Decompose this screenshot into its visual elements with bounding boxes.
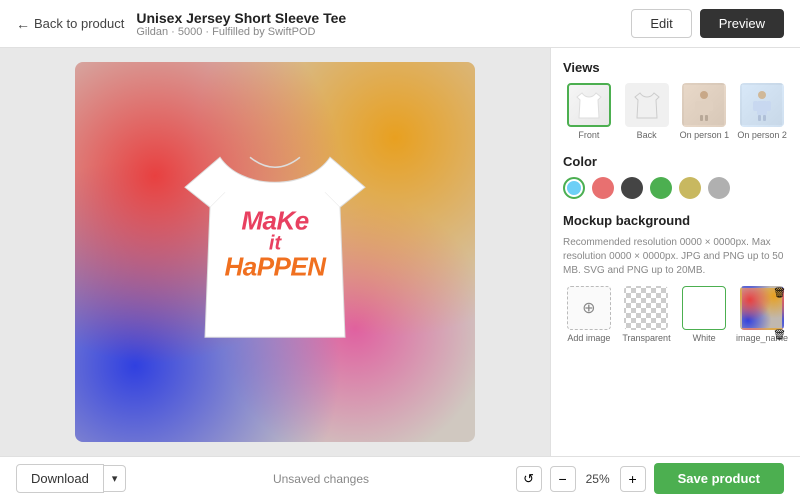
view-person1-icon: [693, 89, 715, 121]
view-back-icon: [632, 88, 662, 122]
view-person2-icon: [751, 89, 773, 121]
footer: Download ▾ Unsaved changes ↺ − 25% + Sav…: [0, 456, 800, 500]
view-person1-label: On person 1: [680, 130, 730, 140]
canvas-background: MaKe it HaPPEN: [75, 62, 475, 442]
main-content: MaKe it HaPPEN Views Front: [0, 48, 800, 456]
color-swatch-dark[interactable]: [621, 177, 643, 199]
mockup-add-label: Add image: [567, 333, 610, 343]
header-actions: Edit Preview: [631, 9, 784, 38]
unsaved-changes-label: Unsaved changes: [273, 472, 369, 486]
mockup-white-label: White: [693, 333, 716, 343]
view-thumb-person2[interactable]: On person 2: [736, 83, 788, 140]
color-swatch-gray[interactable]: [708, 177, 730, 199]
mockup-add-thumb: ⊕: [567, 286, 611, 330]
back-to-product-link[interactable]: ← Back to product: [16, 16, 124, 32]
view-front-label: Front: [578, 130, 599, 140]
footer-left: Download ▾: [16, 464, 126, 493]
color-swatches: [563, 177, 788, 199]
view-thumb-back[interactable]: Back: [621, 83, 673, 140]
header-left: ← Back to product Unisex Jersey Short Sl…: [16, 10, 346, 38]
view-person2-label: On person 2: [737, 130, 787, 140]
view-thumb-front-img: [567, 83, 611, 127]
zoom-plus-button[interactable]: +: [620, 466, 646, 492]
mockup-white[interactable]: White: [678, 286, 730, 343]
reset-button[interactable]: ↺: [516, 466, 542, 492]
view-thumb-person2-img: [740, 83, 784, 127]
shirt-text: MaKe it HaPPEN: [224, 207, 325, 279]
mockup-title: Mockup background: [563, 213, 788, 228]
product-title: Unisex Jersey Short Sleeve Tee: [136, 10, 346, 26]
header: ← Back to product Unisex Jersey Short Sl…: [0, 0, 800, 48]
view-thumb-back-img: [625, 83, 669, 127]
mockup-gradient-thumb: 🗑: [740, 286, 784, 330]
mockup-transparent-thumb: [624, 286, 668, 330]
color-swatch-green[interactable]: [650, 177, 672, 199]
footer-center: Unsaved changes: [273, 472, 369, 486]
mockup-section: Mockup background Recommended resolution…: [563, 213, 788, 343]
back-arrow-icon: ←: [16, 16, 30, 32]
view-back-label: Back: [637, 130, 657, 140]
back-link-label: Back to product: [34, 16, 124, 31]
edit-button[interactable]: Edit: [631, 9, 691, 38]
mockup-options: ⊕ Add image Transparent White 🗑 ima: [563, 286, 788, 343]
zoom-minus-button[interactable]: −: [550, 466, 576, 492]
preview-button[interactable]: Preview: [700, 9, 784, 38]
product-subtitle: Gildan · 5000 · Fulfilled by SwiftPOD: [136, 26, 346, 38]
color-swatch-red[interactable]: [592, 177, 614, 199]
mockup-white-thumb: [682, 286, 726, 330]
zoom-value: 25%: [580, 472, 616, 486]
color-swatch-gold[interactable]: [679, 177, 701, 199]
save-product-button[interactable]: Save product: [654, 463, 784, 494]
tshirt-container: MaKe it HaPPEN: [165, 117, 385, 362]
right-panel: Views Front Back: [550, 48, 800, 456]
mockup-transparent[interactable]: Transparent: [621, 286, 673, 343]
zoom-controls: − 25% +: [550, 466, 646, 492]
product-info: Unisex Jersey Short Sleeve Tee Gildan · …: [136, 10, 346, 38]
view-thumb-person1-img: [682, 83, 726, 127]
color-title: Color: [563, 154, 788, 169]
mockup-image-named[interactable]: 🗑 image_name: [736, 286, 788, 343]
views-grid: Front Back: [563, 83, 788, 140]
view-thumb-person1[interactable]: On person 1: [679, 83, 731, 140]
color-section: Color: [563, 154, 788, 199]
color-swatch-blue[interactable]: [563, 177, 585, 199]
mockup-add-image[interactable]: ⊕ Add image: [563, 286, 615, 343]
download-button[interactable]: Download: [16, 464, 104, 493]
canvas-area: MaKe it HaPPEN: [0, 48, 550, 456]
mockup-transparent-label: Transparent: [622, 333, 670, 343]
mockup-description: Recommended resolution 0000 × 0000px. Ma…: [563, 236, 788, 278]
views-title: Views: [563, 60, 788, 75]
footer-right-controls: ↺ − 25% + Save product: [516, 463, 784, 494]
view-thumb-front[interactable]: Front: [563, 83, 615, 140]
download-dropdown-button[interactable]: ▾: [104, 465, 127, 492]
add-icon: ⊕: [582, 298, 595, 318]
view-front-icon: [574, 88, 604, 122]
